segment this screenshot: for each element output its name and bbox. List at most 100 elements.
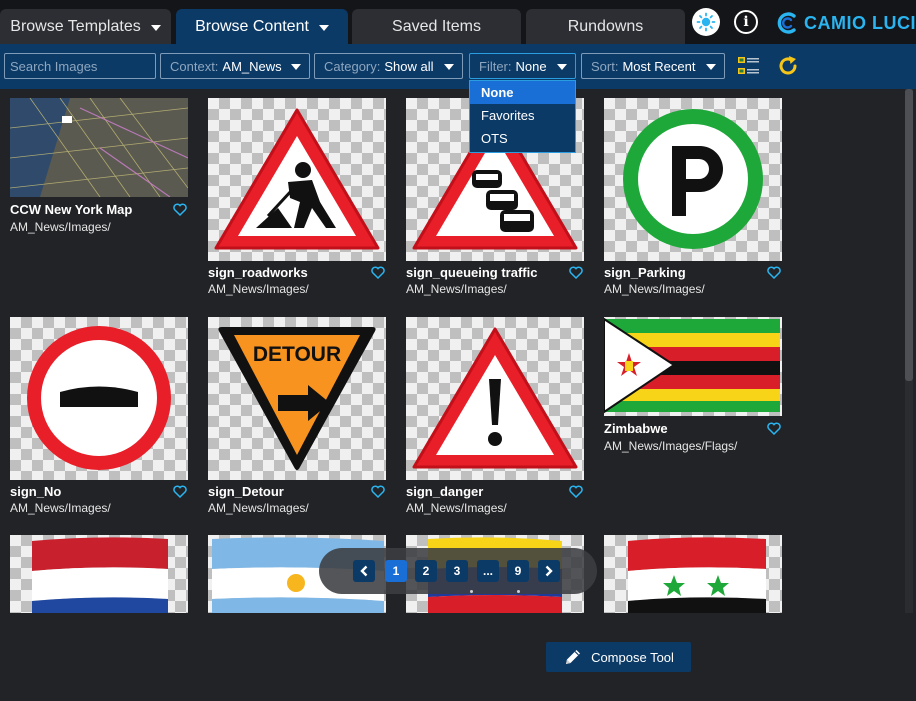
chevron-down-icon	[150, 25, 161, 31]
chevron-down-icon	[444, 64, 454, 70]
item-path: AM_News/Images/Flags/	[604, 439, 738, 453]
tab-saved-items[interactable]: Saved Items	[352, 9, 521, 44]
tab-label: Rundowns	[567, 17, 644, 35]
chevron-down-icon	[706, 64, 716, 70]
dropdown-value: Show all	[384, 58, 434, 74]
category-dropdown[interactable]: Category: Show all	[314, 53, 463, 79]
zimbabwe-flag-image	[604, 317, 780, 414]
item-name: CCW New York Map	[10, 202, 133, 217]
item-path: AM_News/Images/	[604, 282, 705, 296]
parking-sign-image	[623, 109, 763, 249]
chevron-down-icon	[318, 25, 329, 31]
dropdown-label: Sort:	[591, 58, 619, 74]
item-thumbnail[interactable]	[406, 317, 584, 480]
item-path: AM_News/Images/	[406, 282, 507, 296]
dropdown-value: AM_News	[222, 58, 282, 74]
item-path: AM_News/Images/	[10, 220, 111, 234]
next-page-button[interactable]	[538, 560, 560, 582]
item-thumbnail[interactable]	[208, 98, 386, 261]
page-indicator-dot	[517, 590, 520, 593]
compose-tool-label: Compose Tool	[591, 649, 674, 665]
item-thumbnail[interactable]	[10, 98, 188, 197]
tab-rundowns[interactable]: Rundowns	[526, 9, 685, 44]
brand-name: CAMIO LUCI	[804, 12, 916, 33]
dropdown-value: None	[515, 58, 547, 74]
heart-icon[interactable]	[767, 422, 781, 435]
no-entry-sign-image	[27, 326, 171, 470]
heart-icon[interactable]	[173, 485, 187, 498]
item-thumbnail[interactable]	[604, 98, 782, 261]
dropdown-label: Context:	[170, 58, 219, 74]
item-thumbnail[interactable]: DETOUR	[208, 317, 386, 480]
pagination: 1 2 3 ... 9	[319, 548, 597, 594]
item-thumbnail[interactable]	[604, 535, 782, 613]
refresh-icon[interactable]	[776, 54, 800, 78]
brand-logo: CAMIO LUCI	[776, 10, 916, 36]
item-name: sign_Detour	[208, 484, 284, 499]
roadworks-sign-image	[214, 108, 380, 250]
page-button[interactable]: 9	[507, 560, 529, 582]
map-image	[10, 98, 188, 197]
tab-label: Browse Content	[195, 17, 309, 35]
top-nav: Browse Templates Browse Content Saved It…	[0, 0, 916, 44]
bottom-bar	[0, 613, 916, 701]
item-path: AM_News/Images/	[208, 282, 309, 296]
list-view-icon[interactable]	[737, 54, 761, 78]
scrollbar-thumb[interactable]	[905, 89, 913, 381]
heart-icon[interactable]	[767, 266, 781, 279]
tab-browse-content[interactable]: Browse Content	[176, 9, 348, 44]
item-path: AM_News/Images/	[406, 501, 507, 515]
item-name: sign_No	[10, 484, 62, 499]
page-ellipsis: ...	[477, 560, 499, 582]
tab-label: Saved Items	[392, 17, 481, 35]
dropdown-label: Category:	[324, 58, 381, 74]
compose-tool-button[interactable]: Compose Tool	[546, 642, 691, 672]
page-indicator-dot	[470, 590, 473, 593]
item-name: sign_queueing traffic	[406, 265, 538, 280]
chevron-left-icon	[360, 565, 368, 577]
item-path: AM_News/Images/	[208, 501, 309, 515]
heart-icon[interactable]	[371, 266, 385, 279]
previous-page-button[interactable]	[353, 560, 375, 582]
page-button[interactable]: 2	[415, 560, 437, 582]
filter-option-none[interactable]: None	[470, 81, 575, 104]
item-path: AM_News/Images/	[10, 501, 111, 515]
filter-option-favorites[interactable]: Favorites	[470, 104, 575, 127]
theme-toggle-button[interactable]	[692, 8, 720, 36]
grid-scrollbar[interactable]	[905, 89, 913, 613]
camio-logo-icon	[777, 12, 796, 34]
filter-option-ots[interactable]: OTS	[470, 127, 575, 150]
item-thumbnail[interactable]	[10, 535, 188, 613]
syria-flag-image	[628, 537, 766, 613]
search-input[interactable]	[4, 53, 156, 79]
item-thumbnail[interactable]	[10, 317, 188, 480]
info-button[interactable]: i	[734, 10, 758, 34]
chevron-down-icon	[291, 64, 301, 70]
filter-dropdown[interactable]: Filter: None	[469, 53, 576, 79]
context-dropdown[interactable]: Context: AM_News	[160, 53, 310, 79]
page-button[interactable]: 1	[385, 560, 407, 582]
detour-sign-image: DETOUR	[218, 327, 376, 470]
tab-label: Browse Templates	[10, 17, 141, 35]
heart-icon[interactable]	[173, 203, 187, 216]
sign-text: DETOUR	[253, 343, 341, 366]
pencil-icon	[566, 650, 581, 664]
item-thumbnail[interactable]	[604, 317, 782, 416]
info-icon: i	[743, 14, 749, 30]
dropdown-value: Most Recent	[622, 58, 696, 74]
item-name: sign_Parking	[604, 265, 686, 280]
filter-toolbar: Context: AM_News Category: Show all Filt…	[0, 44, 916, 89]
item-name: sign_roadworks	[208, 265, 308, 280]
danger-sign-image	[412, 327, 578, 469]
content-grid: CCW New York Map AM_News/Images/ sign_ro…	[0, 89, 903, 613]
heart-icon[interactable]	[371, 485, 385, 498]
sun-icon	[696, 12, 716, 32]
heart-icon[interactable]	[569, 485, 583, 498]
sort-dropdown[interactable]: Sort: Most Recent	[581, 53, 725, 79]
item-name: sign_danger	[406, 484, 484, 499]
heart-icon[interactable]	[569, 266, 583, 279]
item-name: Zimbabwe	[604, 421, 668, 436]
tab-browse-templates[interactable]: Browse Templates	[0, 9, 171, 44]
page-button[interactable]: 3	[446, 560, 468, 582]
chevron-down-icon	[557, 64, 567, 70]
